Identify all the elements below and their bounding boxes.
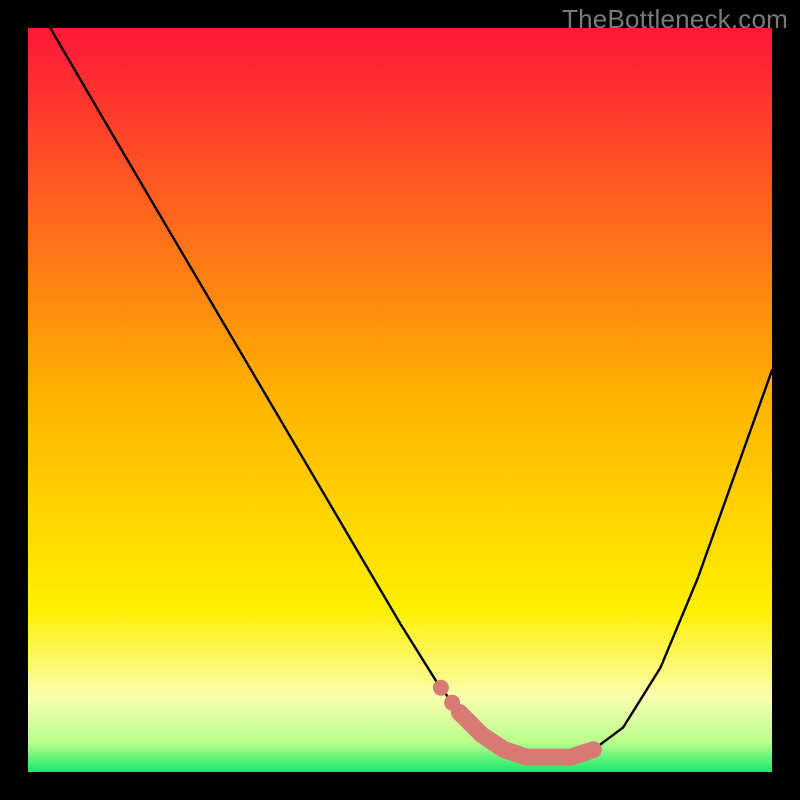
sweet-spot-marker-2 [444,695,460,711]
gradient-background [28,28,772,772]
sweet-spot-marker-1 [433,680,449,696]
chart-frame: TheBottleneck.com [0,0,800,800]
bottleneck-chart [28,28,772,772]
